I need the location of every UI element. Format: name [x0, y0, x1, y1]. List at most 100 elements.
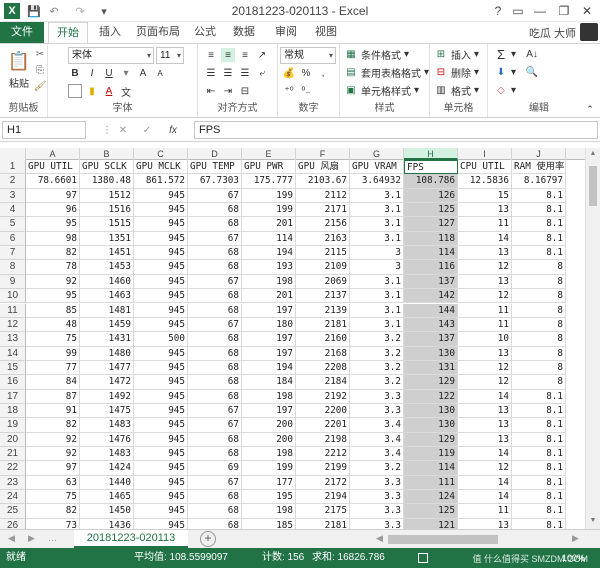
- table-cell[interactable]: 8.1: [512, 188, 566, 204]
- table-cell[interactable]: 3.1: [350, 203, 404, 218]
- table-cell[interactable]: 945: [134, 418, 188, 433]
- table-cell[interactable]: 127: [404, 217, 458, 232]
- table-cell[interactable]: 3: [350, 260, 404, 275]
- fill-down-icon[interactable]: ⬇: [494, 65, 508, 79]
- table-cell[interactable]: 3.2: [350, 360, 404, 376]
- cancel-entry-button[interactable]: ✕: [116, 123, 130, 137]
- close-button[interactable]: ✕: [577, 2, 597, 20]
- table-cell[interactable]: 67.7303: [188, 174, 242, 189]
- table-cell[interactable]: 2175: [296, 504, 350, 519]
- table-cell[interactable]: 945: [134, 403, 188, 419]
- table-cell[interactable]: 69: [188, 461, 242, 476]
- table-cell[interactable]: 111: [404, 475, 458, 491]
- table-cell[interactable]: 1483: [80, 447, 134, 462]
- table-cell[interactable]: 8.1: [512, 203, 566, 218]
- table-cell[interactable]: 8: [512, 303, 566, 318]
- table-cell[interactable]: 130: [404, 418, 458, 433]
- scroll-down-icon[interactable]: ▼: [588, 517, 598, 527]
- table-cell[interactable]: 198: [242, 504, 296, 519]
- column-title-cell[interactable]: GPU MCLK: [134, 160, 188, 175]
- confirm-entry-button[interactable]: ✓: [140, 123, 154, 137]
- table-cell[interactable]: 13: [458, 346, 512, 361]
- table-cell[interactable]: 68: [188, 289, 242, 304]
- table-cell[interactable]: 92: [26, 432, 80, 447]
- table-cell[interactable]: 1463: [80, 289, 134, 304]
- table-cell[interactable]: 945: [134, 461, 188, 476]
- table-cell[interactable]: 197: [242, 346, 296, 361]
- format-as-table-button[interactable]: ▤ 套用表格格式 ▾: [344, 65, 429, 80]
- table-cell[interactable]: 114: [404, 246, 458, 261]
- table-cell[interactable]: 2112: [296, 188, 350, 204]
- table-cell[interactable]: 129: [404, 432, 458, 447]
- add-sheet-icon[interactable]: +: [200, 531, 216, 547]
- table-cell[interactable]: 8.1: [512, 504, 566, 519]
- table-cell[interactable]: 1465: [80, 490, 134, 505]
- table-cell[interactable]: 77: [26, 360, 80, 376]
- table-cell[interactable]: 8: [512, 289, 566, 304]
- align-left-icon[interactable]: ☰: [204, 66, 218, 80]
- table-cell[interactable]: 125: [404, 203, 458, 218]
- table-cell[interactable]: 3.2: [350, 461, 404, 476]
- row-header[interactable]: 20: [0, 432, 26, 447]
- table-cell[interactable]: 945: [134, 203, 188, 218]
- tab-file[interactable]: 文件: [0, 22, 44, 43]
- normal-view-icon[interactable]: [418, 553, 428, 563]
- table-cell[interactable]: 184: [242, 375, 296, 390]
- ribbon-display-button[interactable]: ▭: [508, 2, 528, 20]
- conditional-format-button[interactable]: ▦ 条件格式 ▾: [344, 47, 409, 62]
- table-cell[interactable]: 200: [242, 418, 296, 433]
- horizontal-scroll-thumb[interactable]: [388, 535, 498, 544]
- row-header[interactable]: 14: [0, 346, 26, 361]
- font-size-select[interactable]: 11 ▾: [156, 47, 184, 64]
- table-cell[interactable]: 118: [404, 231, 458, 247]
- font-shrink-button[interactable]: A: [153, 66, 167, 80]
- select-all-corner[interactable]: [0, 148, 26, 160]
- table-cell[interactable]: 2137: [296, 289, 350, 304]
- table-cell[interactable]: 945: [134, 188, 188, 204]
- table-cell[interactable]: 1424: [80, 461, 134, 476]
- table-cell[interactable]: 68: [188, 518, 242, 529]
- fill-color-icon[interactable]: ▮: [85, 84, 99, 98]
- table-cell[interactable]: 200: [242, 432, 296, 447]
- increase-decimal-icon[interactable]: ⁺⁰: [282, 84, 296, 98]
- table-cell[interactable]: 1475: [80, 403, 134, 419]
- format-painter-icon[interactable]: 🖌: [34, 80, 47, 92]
- table-cell[interactable]: 11: [458, 217, 512, 232]
- table-cell[interactable]: 1450: [80, 504, 134, 519]
- table-cell[interactable]: 119: [404, 447, 458, 462]
- prev-sheet-icon[interactable]: ◀: [8, 533, 15, 544]
- table-cell[interactable]: 1436: [80, 518, 134, 529]
- scroll-up-icon[interactable]: ▲: [588, 150, 598, 160]
- autosum-button[interactable]: Σ: [494, 47, 508, 62]
- formula-input[interactable]: FPS: [194, 121, 598, 139]
- table-cell[interactable]: 1472: [80, 375, 134, 390]
- table-cell[interactable]: 201: [242, 289, 296, 304]
- table-cell[interactable]: 114: [404, 461, 458, 476]
- table-cell[interactable]: 3.3: [350, 475, 404, 491]
- table-cell[interactable]: 1480: [80, 346, 134, 361]
- table-cell[interactable]: 945: [134, 231, 188, 247]
- column-header-c[interactable]: C: [134, 148, 188, 160]
- cut-icon[interactable]: ✂: [34, 48, 46, 60]
- orientation-icon[interactable]: ↗: [255, 48, 269, 62]
- column-title-cell[interactable]: GPU UTIL: [26, 160, 80, 175]
- delete-cells-button[interactable]: ⊟ 删除 ▾: [434, 65, 479, 80]
- table-cell[interactable]: 96: [26, 203, 80, 218]
- table-cell[interactable]: 945: [134, 432, 188, 447]
- table-cell[interactable]: 137: [404, 274, 458, 290]
- table-cell[interactable]: 3.1: [350, 303, 404, 318]
- table-cell[interactable]: 2171: [296, 203, 350, 218]
- table-cell[interactable]: 48: [26, 317, 80, 333]
- row-header[interactable]: 22: [0, 461, 26, 476]
- table-cell[interactable]: 121: [404, 518, 458, 529]
- column-title-cell[interactable]: GPU TEMP: [188, 160, 242, 175]
- table-cell[interactable]: 15: [458, 188, 512, 204]
- table-cell[interactable]: 98: [26, 231, 80, 247]
- table-cell[interactable]: 92: [26, 447, 80, 462]
- table-cell[interactable]: 2198: [296, 432, 350, 447]
- table-cell[interactable]: 116: [404, 260, 458, 275]
- table-cell[interactable]: 8.1: [512, 490, 566, 505]
- table-cell[interactable]: 945: [134, 475, 188, 491]
- align-right-icon[interactable]: ☰: [238, 66, 252, 80]
- table-cell[interactable]: 8: [512, 360, 566, 376]
